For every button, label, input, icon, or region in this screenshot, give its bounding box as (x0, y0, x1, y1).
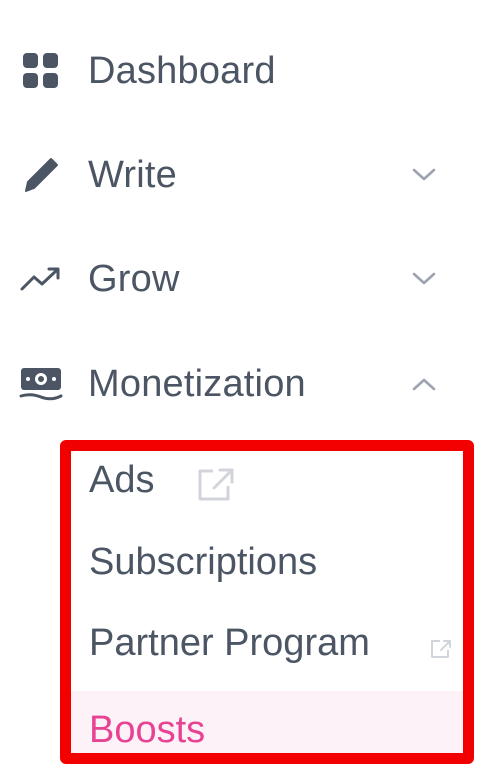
submenu-item-boosts[interactable]: Boosts (71, 691, 463, 753)
submenu-item-partner-program[interactable]: Partner Program (71, 615, 463, 697)
pencil-icon (18, 152, 64, 198)
nav-item-label: Dashboard (88, 49, 276, 92)
money-icon (18, 361, 64, 407)
submenu-item-label: Partner Program (89, 622, 370, 664)
external-link-icon (430, 639, 452, 664)
sidebar-nav: Dashboard Write Grow Monetization Ads Su… (0, 0, 492, 780)
chevron-down-icon[interactable] (408, 159, 440, 191)
nav-item-label: Write (88, 153, 177, 196)
submenu-item-ads[interactable]: Ads (71, 451, 463, 533)
submenu-item-label: Ads (89, 459, 155, 501)
monetization-submenu: Ads Subscriptions Partner Program Boosts (60, 440, 474, 764)
nav-item-grow[interactable]: Grow (0, 239, 492, 319)
submenu-item-subscriptions[interactable]: Subscriptions (71, 533, 463, 615)
chevron-down-icon[interactable] (408, 263, 440, 295)
grid-icon (18, 48, 64, 94)
trending-up-icon (18, 256, 64, 302)
submenu-item-label: Boosts (89, 709, 206, 751)
external-link-icon (195, 467, 235, 508)
nav-item-monetization[interactable]: Monetization (0, 344, 492, 424)
chevron-up-icon[interactable] (408, 368, 440, 400)
nav-item-dashboard[interactable]: Dashboard (0, 31, 492, 111)
nav-item-write[interactable]: Write (0, 135, 492, 215)
submenu-item-label: Subscriptions (89, 541, 318, 583)
nav-item-label: Grow (88, 257, 180, 300)
nav-item-label: Monetization (88, 362, 306, 405)
